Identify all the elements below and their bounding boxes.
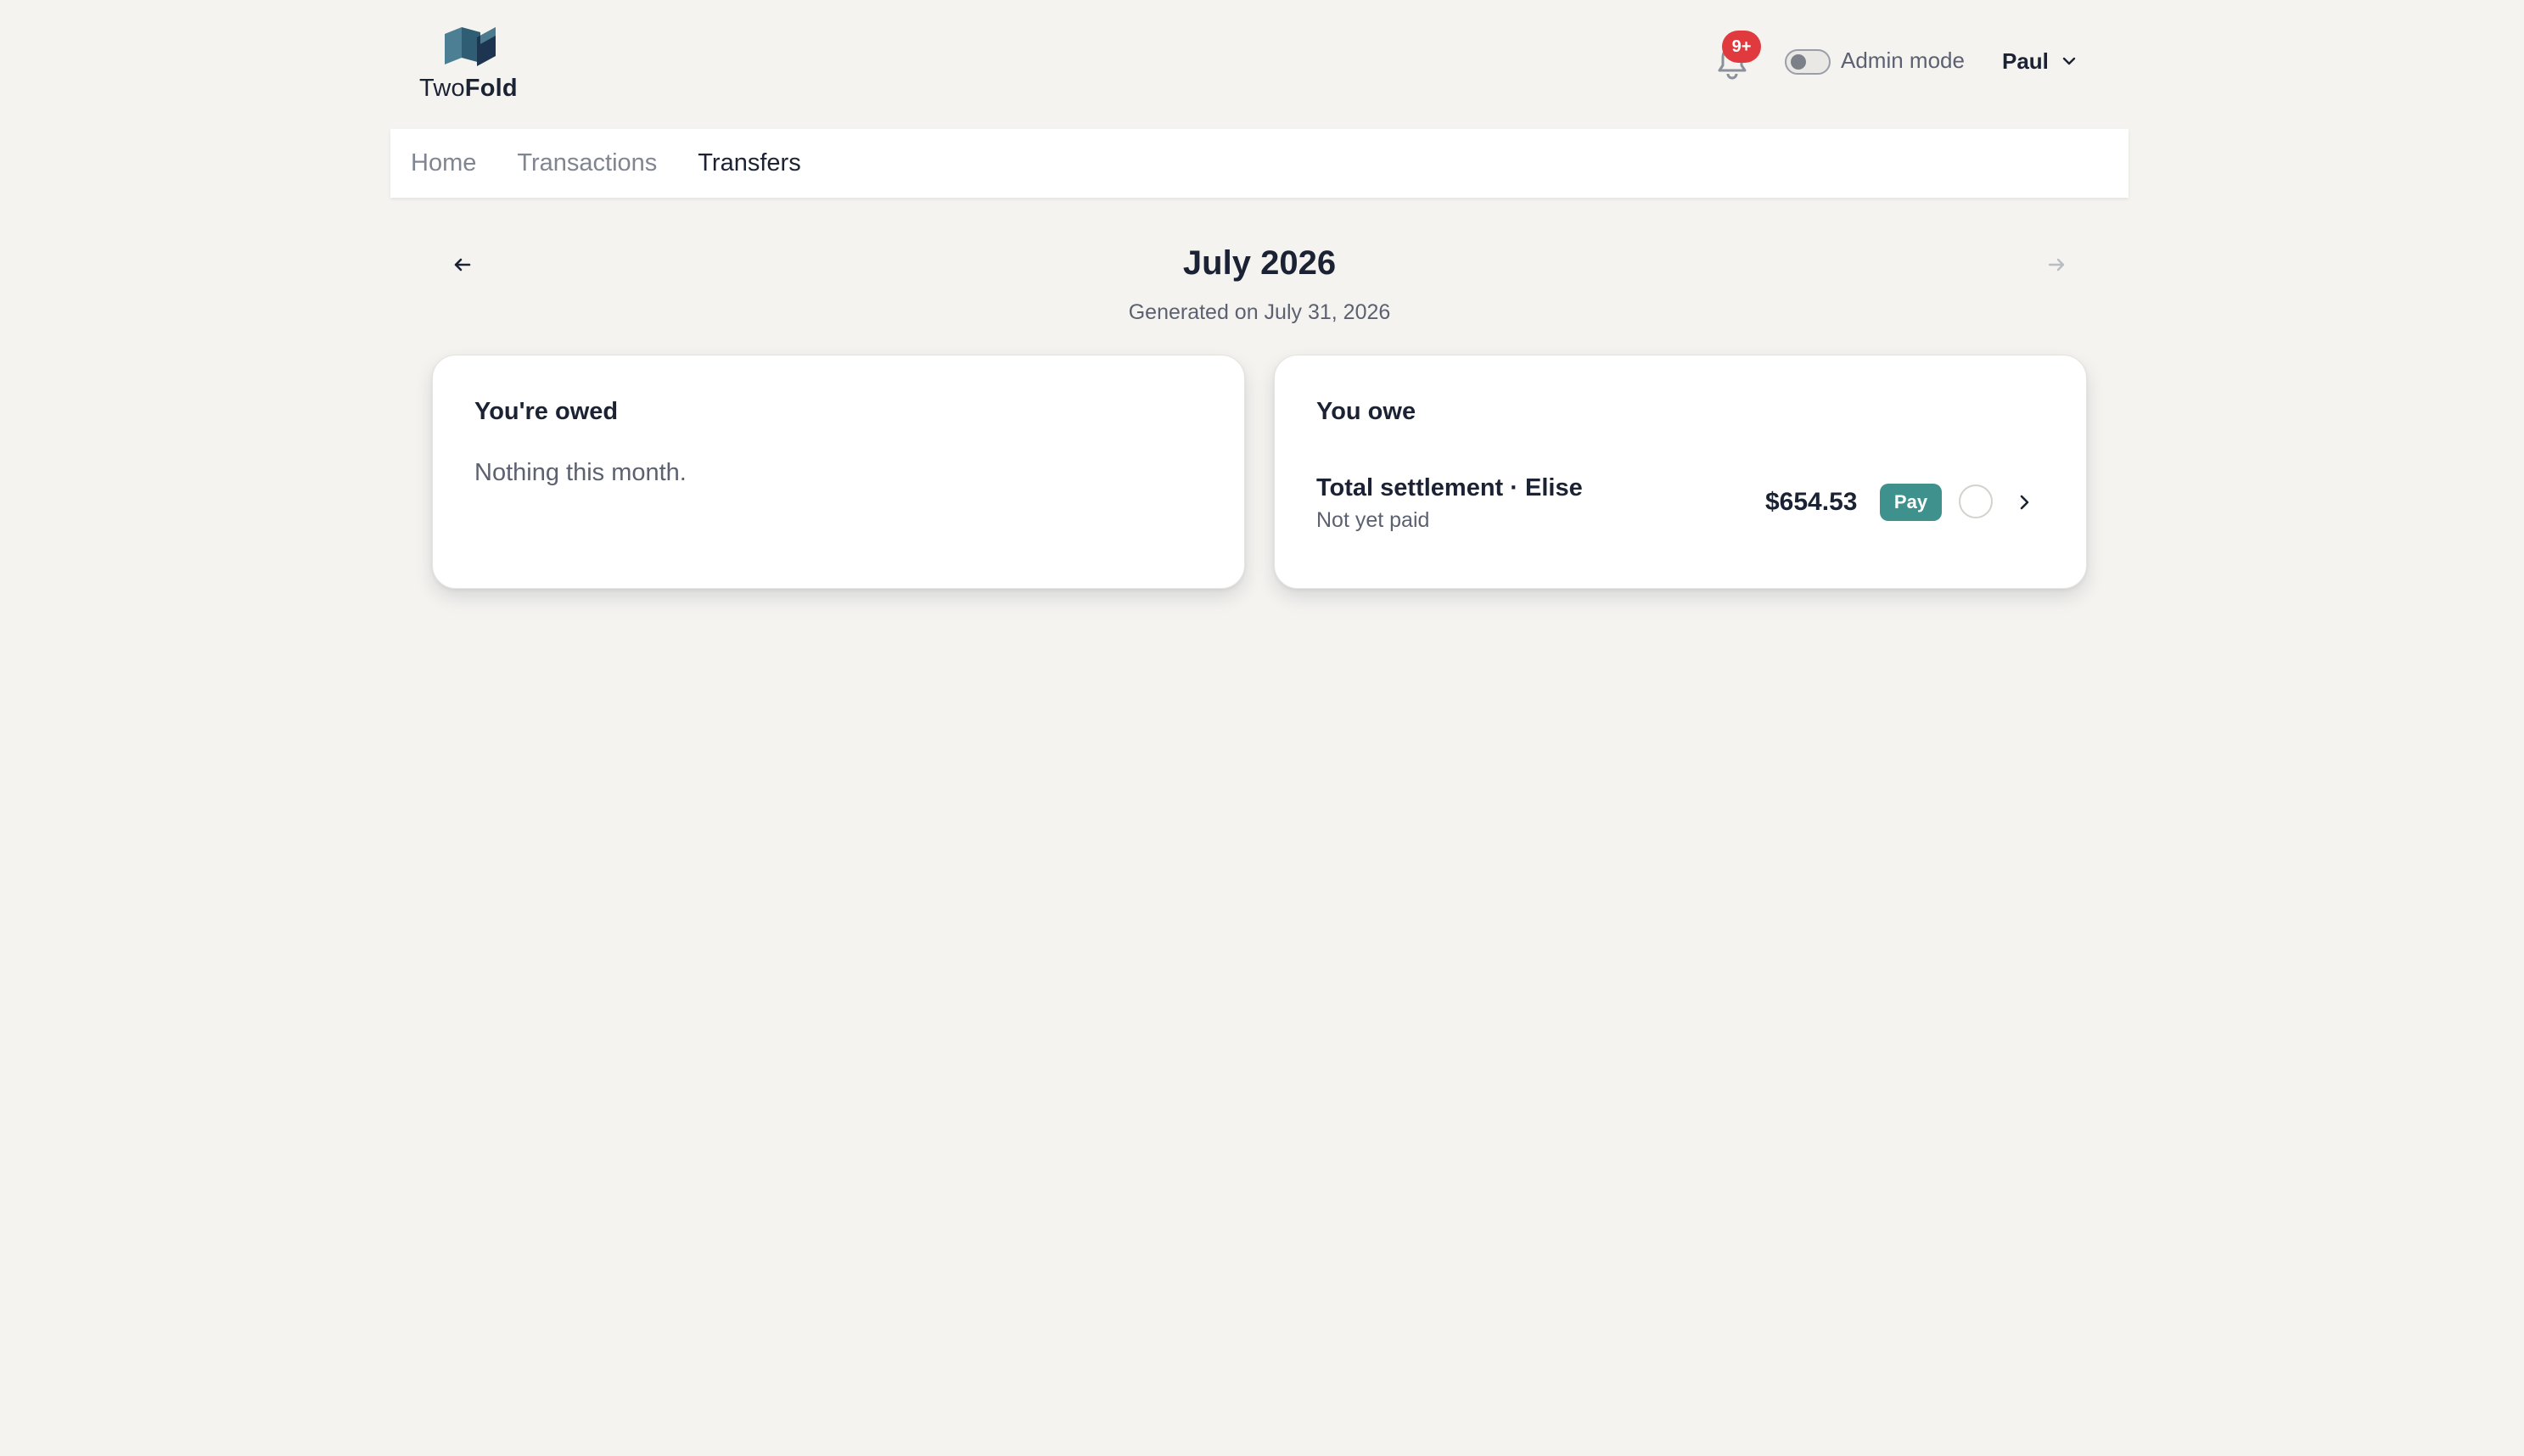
admin-mode-toggle[interactable] (1785, 49, 1831, 75)
notifications-badge: 9+ (1722, 31, 1761, 63)
mark-paid-checkbox[interactable] (1959, 484, 1993, 518)
arrow-left-icon (454, 258, 471, 272)
toggle-knob (1791, 54, 1806, 70)
nav-home[interactable]: Home (411, 149, 476, 177)
pay-button[interactable]: Pay (1880, 484, 1942, 521)
settlement-details-button[interactable] (2013, 491, 2035, 513)
card-title: You're owed (474, 398, 619, 425)
chevron-down-icon (2062, 57, 2076, 65)
period-title: July 2026 (1182, 244, 1337, 282)
next-month-button[interactable] (2041, 249, 2072, 280)
brand-name: TwoFold (419, 75, 518, 102)
brand-logo[interactable]: TwoFold (419, 22, 530, 104)
main-nav: Home Transactions Transfers (390, 129, 2129, 198)
user-menu[interactable]: Paul (2002, 47, 2079, 76)
generated-date: Generated on July 31, 2026 (1128, 300, 1391, 324)
app-page: TwoFold 9+ Admin mode Paul Home Transact… (0, 0, 2524, 1456)
chevron-right-icon (2020, 495, 2029, 510)
youre-owed-card: You're owed Nothing this month. (432, 355, 1245, 589)
nav-transactions[interactable]: Transactions (517, 149, 657, 177)
previous-month-button[interactable] (447, 249, 478, 280)
card-title: You owe (1316, 398, 1416, 425)
user-name: Paul (2002, 48, 2049, 74)
empty-message: Nothing this month. (474, 459, 687, 486)
settlement-status: Not yet paid (1316, 508, 1430, 532)
arrow-right-icon (2048, 258, 2065, 272)
you-owe-card: You owe Total settlement · Elise Not yet… (1274, 355, 2087, 589)
nav-transfers[interactable]: Transfers (698, 149, 800, 177)
settlement-title[interactable]: Total settlement · Elise (1316, 474, 1583, 502)
settlement-amount: $654.53 (1765, 488, 1858, 516)
admin-mode-label: Admin mode (1841, 48, 1965, 73)
logo-icon (445, 27, 496, 66)
